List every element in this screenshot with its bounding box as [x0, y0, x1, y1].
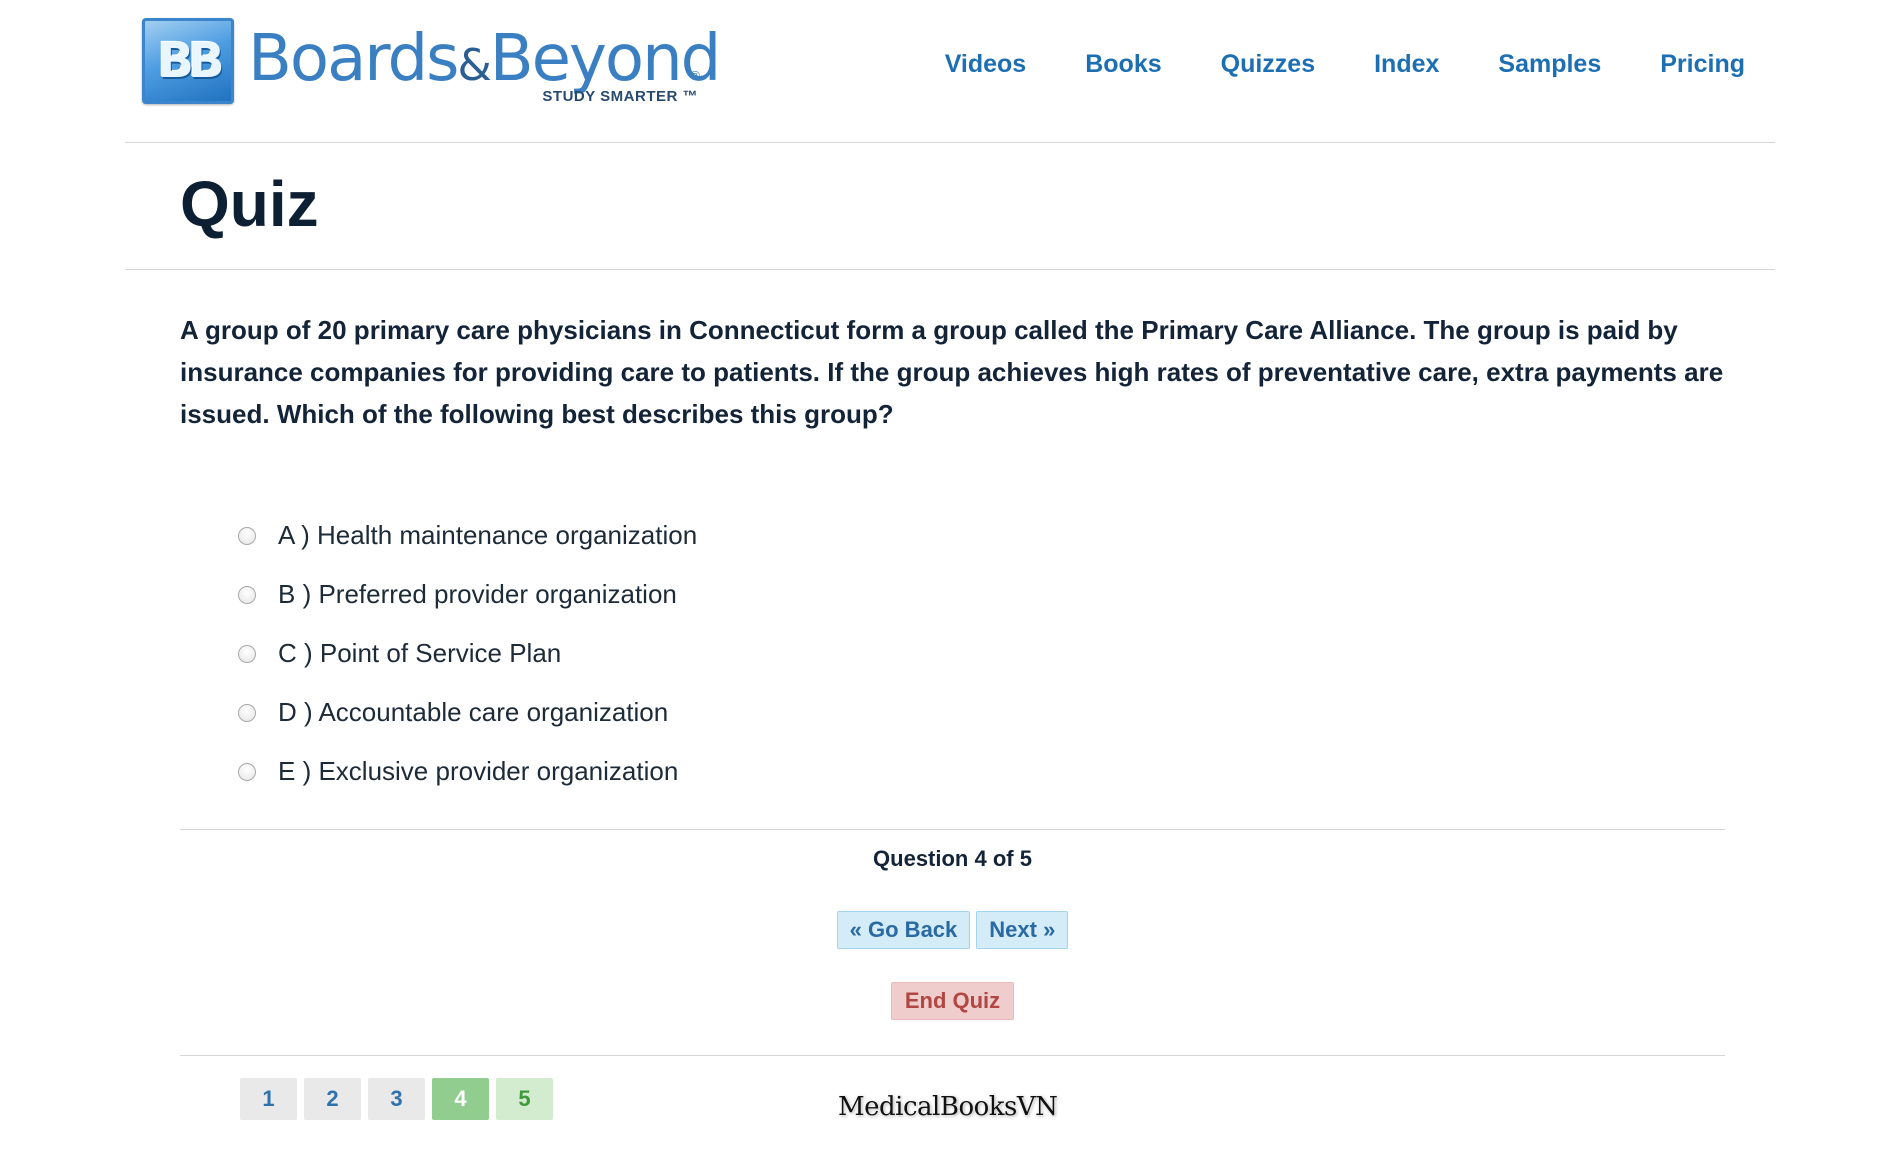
site-header: BB Boards&Beyond ® STUDY SMARTER ™ Video…: [125, 0, 1775, 143]
go-back-button[interactable]: « Go Back: [836, 911, 971, 949]
answer-label[interactable]: D ) Accountable care organization: [278, 697, 668, 728]
radio-button[interactable]: [238, 585, 256, 604]
logo-monogram: BB: [157, 33, 224, 89]
radio-button[interactable]: [238, 644, 256, 663]
page-button-5[interactable]: 5: [496, 1078, 553, 1120]
page-button-1[interactable]: 1: [240, 1078, 297, 1120]
logo-brand-name: Boards&Beyond: [248, 22, 721, 96]
answer-option-b[interactable]: B ) Preferred provider organization: [238, 565, 697, 624]
logo-brand-part2: Beyond: [489, 22, 721, 96]
answer-label[interactable]: C ) Point of Service Plan: [278, 638, 561, 669]
nav-link-index[interactable]: Index: [1374, 50, 1439, 79]
quiz-navigation: « Go Back Next »: [180, 911, 1725, 949]
nav-link-books[interactable]: Books: [1085, 50, 1161, 79]
end-quiz-button[interactable]: End Quiz: [890, 982, 1015, 1020]
answer-label[interactable]: A ) Health maintenance organization: [278, 520, 697, 551]
answer-option-d[interactable]: D ) Accountable care organization: [238, 683, 697, 742]
page-button-4[interactable]: 4: [432, 1078, 489, 1120]
answer-option-c[interactable]: C ) Point of Service Plan: [238, 624, 697, 683]
page-title: Quiz: [180, 168, 319, 240]
next-button[interactable]: Next »: [976, 911, 1069, 949]
answer-option-a[interactable]: A ) Health maintenance organization: [238, 506, 697, 565]
divider: [180, 829, 1725, 830]
page-button-2[interactable]: 2: [304, 1078, 361, 1120]
main-nav: Videos Books Quizzes Index Samples Prici…: [945, 50, 1745, 79]
logo-ampersand: &: [457, 40, 491, 91]
page-button-3[interactable]: 3: [368, 1078, 425, 1120]
logo-badge-icon: BB: [142, 18, 234, 104]
radio-button[interactable]: [238, 703, 256, 722]
answer-label[interactable]: B ) Preferred provider organization: [278, 579, 677, 610]
answer-list: A ) Health maintenance organization B ) …: [238, 506, 697, 801]
logo-registered-mark: ®: [690, 68, 700, 83]
nav-link-pricing[interactable]: Pricing: [1660, 50, 1745, 79]
nav-link-videos[interactable]: Videos: [945, 50, 1027, 79]
radio-button[interactable]: [238, 526, 256, 545]
logo-tagline: STUDY SMARTER ™: [542, 88, 698, 105]
logo-brand-part1: Boards: [248, 22, 459, 96]
end-quiz-row: End Quiz: [180, 982, 1725, 1020]
question-pagination: 1 2 3 4 5: [240, 1078, 553, 1120]
watermark: MedicalBooksVN: [838, 1092, 1058, 1122]
boards-and-beyond-logo[interactable]: BB Boards&Beyond ® STUDY SMARTER ™: [142, 18, 728, 108]
radio-button[interactable]: [238, 762, 256, 781]
nav-link-samples[interactable]: Samples: [1498, 50, 1601, 79]
answer-option-e[interactable]: E ) Exclusive provider organization: [238, 742, 697, 801]
logo-wordmark: Boards&Beyond ® STUDY SMARTER ™: [248, 18, 728, 108]
question-text: A group of 20 primary care physicians in…: [180, 315, 1724, 429]
question-counter: Question 4 of 5: [873, 846, 1032, 871]
divider: [180, 1055, 1725, 1056]
answer-label[interactable]: E ) Exclusive provider organization: [278, 756, 678, 787]
nav-link-quizzes[interactable]: Quizzes: [1221, 50, 1315, 79]
title-section: Quiz: [125, 143, 1775, 270]
